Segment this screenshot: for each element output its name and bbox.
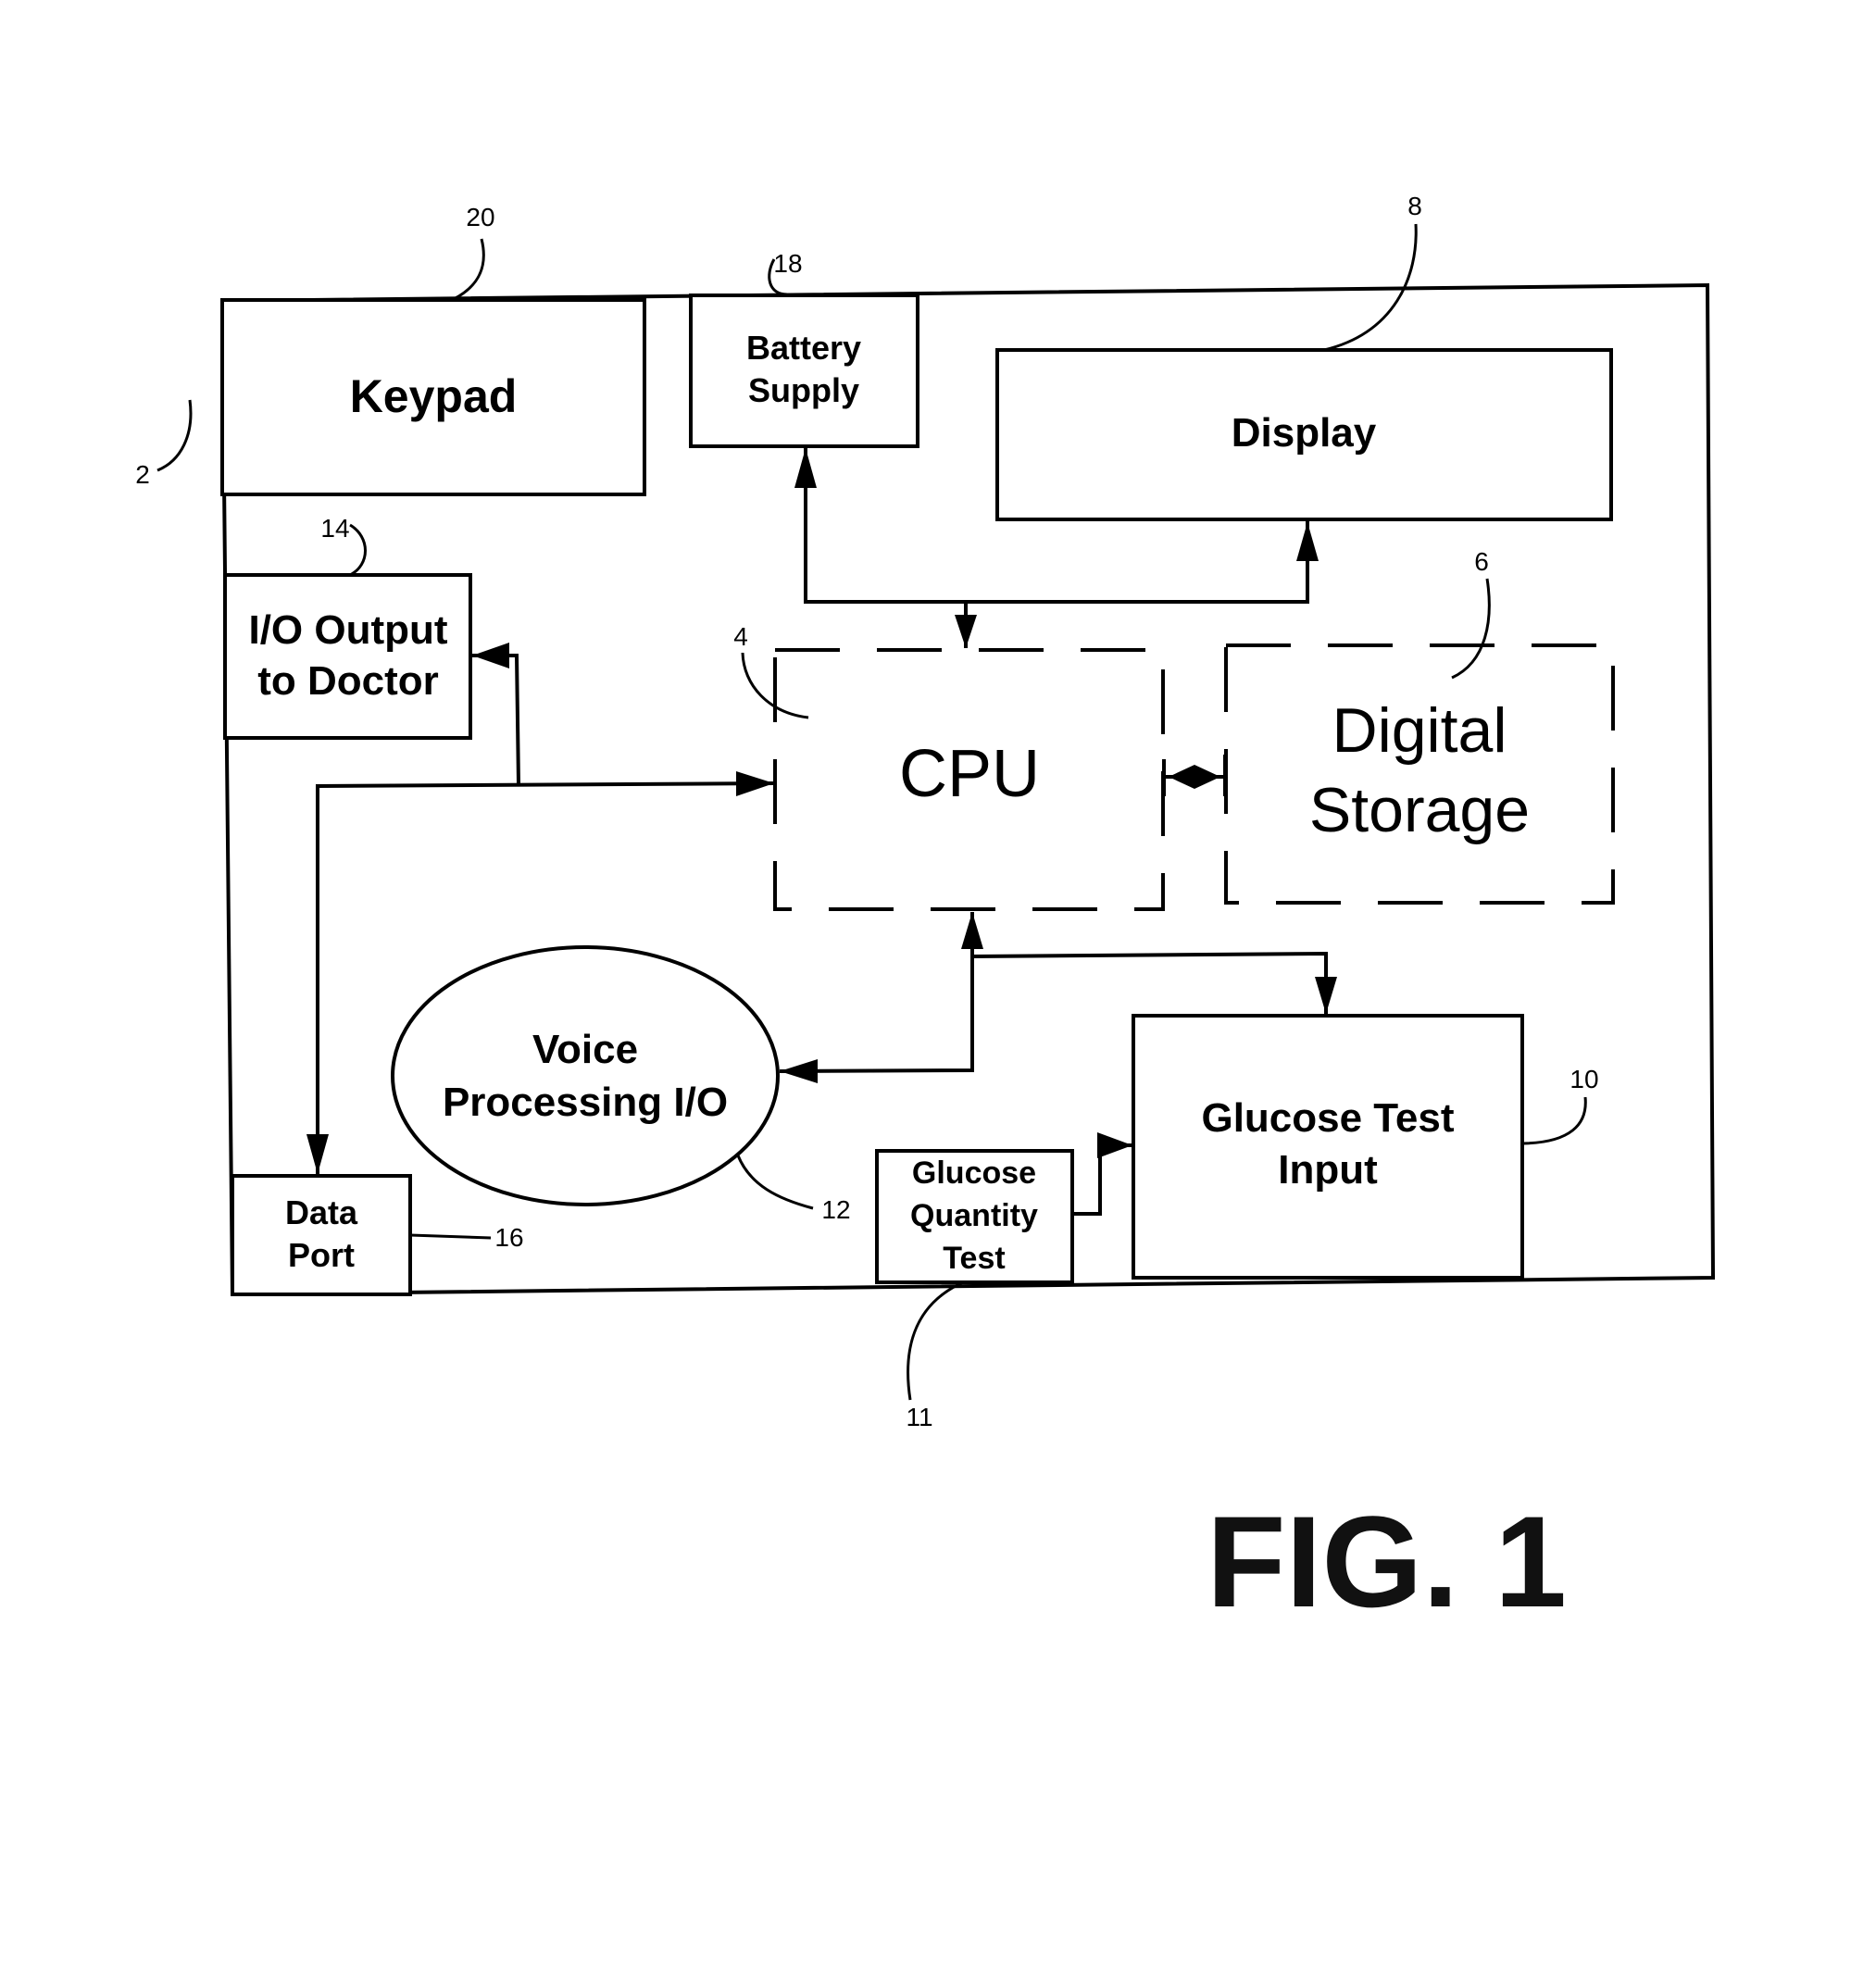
arrowhead-to-cpu-top xyxy=(955,615,977,648)
battery-label-line2: Supply xyxy=(748,371,859,409)
voice-label-line2: Processing I/O xyxy=(443,1080,728,1125)
ref-14: 14 xyxy=(320,514,349,543)
ref-20: 20 xyxy=(466,203,494,231)
digital-storage-block xyxy=(1224,643,1615,905)
battery-label-line1: Battery xyxy=(746,329,861,367)
ref-18: 18 xyxy=(773,249,802,278)
ref-8: 8 xyxy=(1407,192,1422,220)
io-output-block xyxy=(223,573,472,740)
leader-20 xyxy=(453,238,485,301)
io-output-label-line2: to Doctor xyxy=(257,658,439,704)
wire-cpu-bottom-bus xyxy=(779,912,974,1073)
arrowhead-to-display xyxy=(1296,522,1319,561)
arrowhead-to-glucose-input xyxy=(1315,977,1337,1014)
glucose-input-label-line1: Glucose Test xyxy=(1201,1095,1454,1141)
glucose-qty-label-line1: Glucose xyxy=(912,1155,1036,1191)
arrowhead-to-cpu-left xyxy=(736,771,774,796)
leader-12 xyxy=(736,1155,814,1210)
arrowhead-to-cpu-bottom xyxy=(961,912,983,949)
arrowhead-to-data-port xyxy=(306,1134,329,1174)
data-port-label-line1: Data xyxy=(285,1193,358,1231)
ref-16: 16 xyxy=(494,1223,523,1252)
leader-2 xyxy=(156,399,193,472)
ref-6: 6 xyxy=(1474,547,1489,576)
wire-to-glucose-input xyxy=(971,951,1328,1014)
cpu-label: CPU xyxy=(899,737,1040,811)
ref-11: 11 xyxy=(906,1403,932,1431)
data-port-label-line2: Port xyxy=(288,1236,355,1274)
block-diagram: Keypad Battery Supply Display I/O Output… xyxy=(135,192,1716,1634)
arrowhead-to-glucose-input-left xyxy=(1097,1132,1132,1158)
voice-processing-block xyxy=(391,945,780,1206)
display-label: Display xyxy=(1232,410,1377,456)
arrowhead-to-battery xyxy=(794,448,817,488)
leader-11 xyxy=(907,1280,964,1401)
arrowhead-to-voice xyxy=(780,1059,818,1083)
storage-label-line1: Digital xyxy=(1332,695,1507,766)
glucose-input-label-line2: Input xyxy=(1278,1147,1378,1193)
leader-16 xyxy=(409,1233,492,1240)
voice-label-line1: Voice xyxy=(532,1027,638,1072)
wire-to-io-output xyxy=(472,654,520,786)
ref-4: 4 xyxy=(733,622,748,651)
ref-12: 12 xyxy=(821,1195,850,1224)
glucose-qty-label-line3: Test xyxy=(943,1241,1005,1276)
arrowhead-to-io-output xyxy=(472,643,509,668)
leader-10 xyxy=(1522,1096,1587,1145)
leader-14 xyxy=(349,523,367,577)
ref-2: 2 xyxy=(135,460,150,489)
storage-label-line2: Storage xyxy=(1309,775,1530,845)
arrowhead-cpu-storage xyxy=(1169,765,1220,789)
io-output-label-line1: I/O Output xyxy=(248,607,447,653)
figure-title: FIG. 1 xyxy=(1207,1489,1567,1634)
ref-10: 10 xyxy=(1570,1065,1598,1093)
glucose-qty-label-line2: Quantity xyxy=(910,1198,1038,1233)
keypad-label: Keypad xyxy=(350,370,518,422)
leader-6 xyxy=(1451,578,1491,680)
